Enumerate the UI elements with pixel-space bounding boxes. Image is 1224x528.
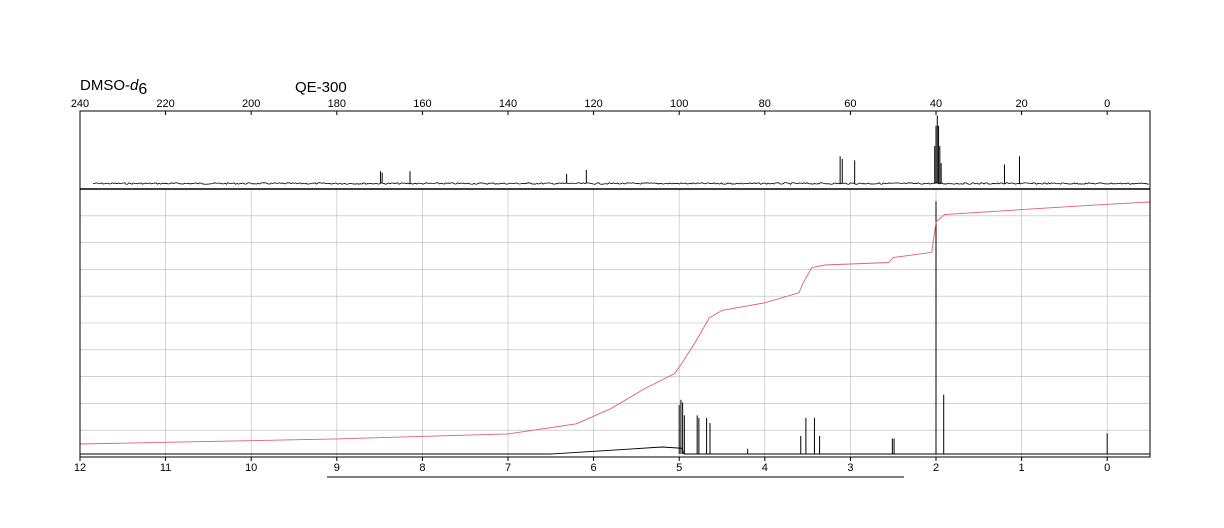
h1-tick-group: 12 11 10 9 8 7 6 5 4 3 2 1 0 [74, 457, 1110, 474]
h1-tick-label: 2 [933, 462, 939, 474]
c13-tick-label: 220 [156, 98, 174, 110]
h1-tick-label: 9 [334, 462, 340, 474]
h1-tick-label: 5 [676, 462, 682, 474]
c13-tick-label: 100 [670, 98, 688, 110]
c13-tick-label: 80 [759, 98, 771, 110]
h1-tick-label: 3 [847, 462, 853, 474]
c13-tick-label: 140 [499, 98, 517, 110]
c13-tick-label: 180 [328, 98, 346, 110]
c13-tick-label: 60 [844, 98, 856, 110]
c13-tick-label: 120 [584, 98, 602, 110]
c13-tick-label: 0 [1104, 98, 1110, 110]
h1-tick-label: 10 [245, 462, 257, 474]
plot-frame [79, 110, 1151, 458]
h1-tick-label: 0 [1104, 462, 1110, 474]
c13-tick-label: 20 [1015, 98, 1027, 110]
c13-tick-label: 160 [413, 98, 431, 110]
h1-tick-label: 11 [160, 462, 171, 474]
h1-spectrum [80, 201, 1150, 455]
h1-grid [80, 189, 1150, 457]
c13-tick-group: 240 220 200 180 160 140 120 100 80 60 40 20 0 [71, 98, 1110, 115]
c13-spectrum [92, 115, 1150, 185]
h1-tick-label: 4 [762, 462, 768, 474]
h1-tick-label: 7 [505, 462, 511, 474]
c13-tick-label: 240 [71, 98, 89, 110]
c13-tick-label: 200 [242, 98, 260, 110]
h1-tick-label: 12 [74, 462, 86, 474]
h1-tick-label: 6 [591, 462, 597, 474]
h1-baseline [80, 446, 1150, 455]
h1-tick-label: 8 [419, 462, 425, 474]
c13-tick-label: 40 [930, 98, 942, 110]
h1-tick-label: 1 [1019, 462, 1025, 474]
c13-baseline [92, 182, 1150, 185]
nmr-chart: 240 220 200 180 160 140 120 100 80 60 40 20 0 12 11 10… [71, 98, 1151, 478]
